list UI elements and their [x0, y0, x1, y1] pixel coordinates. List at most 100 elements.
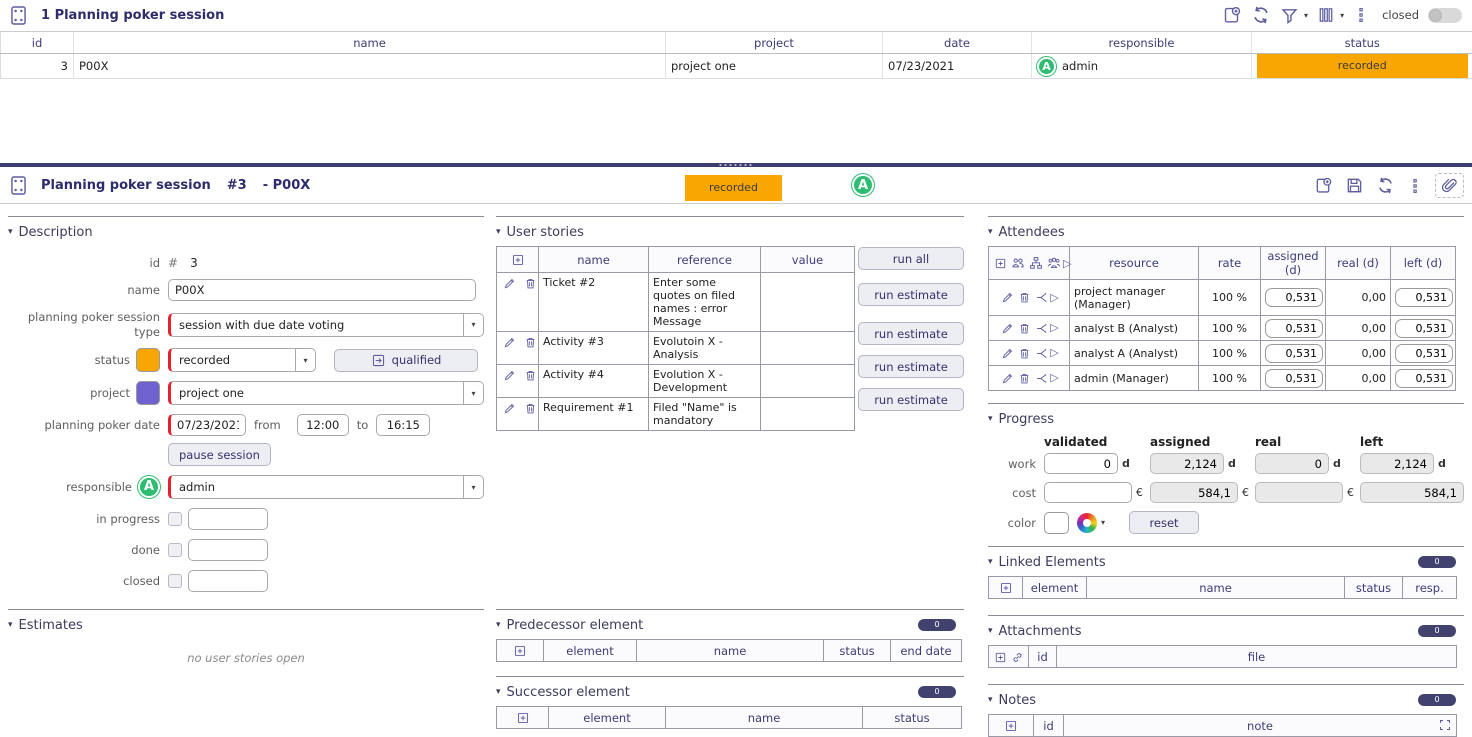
edit-icon[interactable]	[503, 277, 516, 290]
add-team-icon[interactable]	[1011, 256, 1025, 270]
assigned-input[interactable]	[1265, 288, 1323, 307]
add-row-icon[interactable]	[511, 253, 525, 267]
add-link-icon[interactable]	[1011, 651, 1024, 664]
filter-caret-icon[interactable]: ▾	[1304, 11, 1308, 20]
session-type-select[interactable]: session with due date voting ▾	[168, 313, 484, 337]
name-input[interactable]	[168, 279, 476, 301]
expand-icon[interactable]	[1438, 718, 1452, 732]
run-estimate-button[interactable]: run estimate	[858, 388, 964, 411]
session-list-row[interactable]: 3 P00X project one 07/23/2021 A admin re…	[1, 54, 1472, 79]
linked-elements-section-header[interactable]: ▾ Linked Elements	[988, 552, 1464, 572]
in-progress-checkbox[interactable]	[168, 512, 182, 526]
attachments-section-header[interactable]: ▾ Attachments	[988, 621, 1464, 641]
more-options-icon[interactable]	[1407, 178, 1423, 194]
in-progress-date-input[interactable]	[188, 508, 268, 530]
assigned-input[interactable]	[1265, 369, 1323, 388]
run-vote-icon[interactable]: ▷	[1050, 371, 1058, 384]
qualified-button[interactable]: qualified	[334, 349, 478, 372]
closed-toggle[interactable]	[1428, 8, 1462, 23]
split-icon[interactable]	[1035, 372, 1048, 385]
col-header-id[interactable]: id	[1, 32, 74, 54]
edit-icon[interactable]	[503, 336, 516, 349]
run-all-button[interactable]: run all	[858, 247, 964, 270]
col-header-status[interactable]: status	[1252, 32, 1472, 54]
from-time-input[interactable]	[297, 414, 349, 436]
left-input[interactable]	[1395, 344, 1453, 363]
add-icon[interactable]	[1314, 176, 1333, 195]
add-row-icon[interactable]	[516, 711, 530, 725]
left-input[interactable]	[1395, 319, 1453, 338]
save-icon[interactable]	[1345, 176, 1364, 195]
delete-icon[interactable]	[524, 277, 537, 290]
color-picker-icon[interactable]	[1077, 513, 1097, 533]
columns-caret-icon[interactable]: ▾	[1340, 11, 1344, 20]
add-attachment-icon[interactable]	[994, 651, 1007, 664]
run-estimate-button[interactable]: run estimate	[858, 322, 964, 345]
delete-icon[interactable]	[1018, 322, 1031, 335]
progress-section-header[interactable]: ▾ Progress	[988, 409, 1464, 429]
done-checkbox[interactable]	[168, 543, 182, 557]
left-input[interactable]	[1395, 288, 1453, 307]
attachment-icon[interactable]	[1435, 173, 1464, 198]
closed-date-input[interactable]	[188, 570, 268, 592]
run-estimate-button[interactable]: run estimate	[858, 355, 964, 378]
col-header-name[interactable]: name	[74, 32, 666, 54]
split-icon[interactable]	[1035, 322, 1048, 335]
notes-section-header[interactable]: ▾ Notes	[988, 690, 1464, 710]
edit-icon[interactable]	[503, 402, 516, 415]
delete-icon[interactable]	[1018, 291, 1031, 304]
delete-icon[interactable]	[1018, 372, 1031, 385]
run-estimate-button[interactable]: run estimate	[858, 283, 964, 306]
responsible-select[interactable]: admin ▾	[168, 475, 484, 499]
delete-icon[interactable]	[524, 336, 537, 349]
edit-icon[interactable]	[503, 369, 516, 382]
status-select[interactable]: recorded ▾	[168, 348, 316, 372]
col-header-responsible[interactable]: responsible	[1032, 32, 1252, 54]
add-row-icon[interactable]	[999, 581, 1013, 595]
assigned-input[interactable]	[1265, 344, 1323, 363]
successor-section-header[interactable]: ▾ Successor element	[496, 682, 964, 702]
color-swatch[interactable]	[1044, 512, 1069, 534]
refresh-icon[interactable]	[1376, 176, 1395, 195]
pause-session-button[interactable]: pause session	[168, 443, 271, 466]
color-caret-icon[interactable]: ▾	[1101, 518, 1105, 527]
split-icon[interactable]	[1035, 291, 1048, 304]
run-vote-icon[interactable]: ▷	[1050, 291, 1058, 304]
split-icon[interactable]	[1035, 347, 1048, 360]
add-attendee-icon[interactable]	[994, 257, 1007, 270]
project-select[interactable]: project one ▾	[168, 381, 484, 405]
cost-validated-input[interactable]	[1044, 482, 1132, 503]
user-stories-section-header[interactable]: ▾ User stories	[496, 222, 964, 242]
col-header-project[interactable]: project	[666, 32, 883, 54]
reset-color-button[interactable]: reset	[1129, 511, 1199, 534]
delete-icon[interactable]	[524, 369, 537, 382]
edit-icon[interactable]	[1001, 291, 1014, 304]
assigned-input[interactable]	[1265, 319, 1323, 338]
predecessor-section-header[interactable]: ▾ Predecessor element	[496, 615, 964, 635]
add-note-icon[interactable]	[1004, 719, 1018, 733]
columns-icon[interactable]	[1317, 6, 1335, 24]
add-group-icon[interactable]	[1047, 256, 1061, 270]
run-vote-icon[interactable]: ▷	[1050, 346, 1058, 359]
delete-icon[interactable]	[524, 402, 537, 415]
date-input[interactable]	[168, 414, 246, 436]
filter-icon[interactable]	[1280, 6, 1299, 25]
edit-icon[interactable]	[1001, 372, 1014, 385]
edit-icon[interactable]	[1001, 322, 1014, 335]
estimates-section-header[interactable]: ▾ Estimates	[8, 615, 484, 635]
to-time-input[interactable]	[376, 414, 430, 436]
run-vote-icon[interactable]: ▷	[1050, 321, 1058, 334]
delete-icon[interactable]	[1018, 347, 1031, 360]
col-header-date[interactable]: date	[883, 32, 1032, 54]
add-icon[interactable]	[1222, 5, 1242, 25]
closed-checkbox[interactable]	[168, 574, 182, 588]
description-section-header[interactable]: ▾ Description	[8, 222, 484, 242]
edit-icon[interactable]	[1001, 347, 1014, 360]
refresh-icon[interactable]	[1251, 5, 1271, 25]
attendees-section-header[interactable]: ▾ Attendees	[988, 222, 1464, 242]
more-options-icon[interactable]	[1353, 7, 1369, 23]
work-validated-input[interactable]	[1044, 453, 1118, 474]
add-row-icon[interactable]	[513, 644, 527, 658]
run-all-votes-icon[interactable]: ▷	[1063, 257, 1071, 270]
left-input[interactable]	[1395, 369, 1453, 388]
